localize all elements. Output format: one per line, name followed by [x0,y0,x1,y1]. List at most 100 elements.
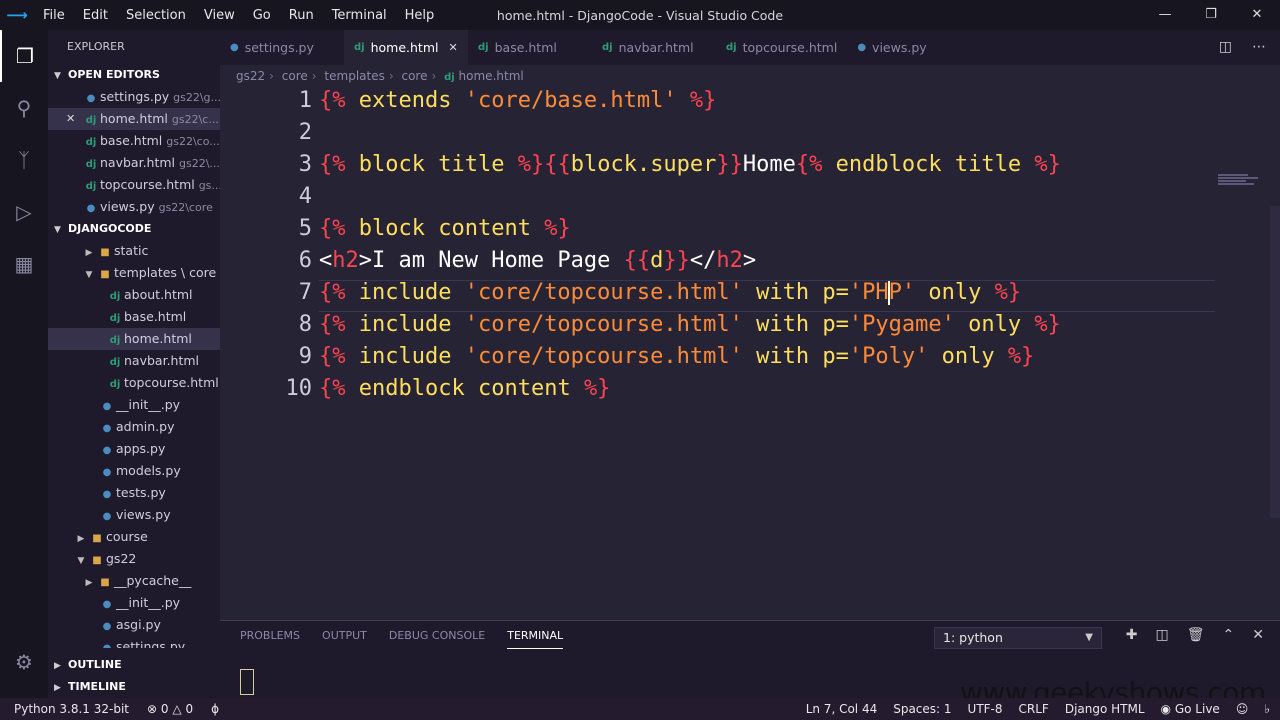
menu-terminal[interactable]: Terminal [323,8,396,23]
open-editor-item[interactable]: dj navbar.html gs22\... [48,152,220,174]
tab-debug-console[interactable]: DEBUG CONSOLE [389,629,485,649]
minimize-icon[interactable]: — [1142,0,1188,30]
tab-problems[interactable]: PROBLEMS [240,629,300,649]
minimap[interactable] [1218,174,1262,188]
gear-icon[interactable]: ⚙ [0,636,48,688]
menu-file[interactable]: File [34,8,74,23]
menu-help[interactable]: Help [396,8,444,23]
tab-navbar-html[interactable]: dj navbar.html [592,30,716,65]
bell-icon[interactable]: ♭ [1264,698,1270,720]
open-editors-section[interactable]: ▼ OPEN EDITORS [48,64,220,86]
language-mode[interactable]: Django HTML [1065,698,1145,720]
trash-icon[interactable]: 🗑 [1187,627,1205,643]
tree-item-file[interactable]: dj about.html [48,284,220,306]
django-file-icon: dj [85,137,97,148]
tab-settings-py[interactable]: ● settings.py [220,30,344,65]
tree-item-file[interactable]: dj home.html [48,328,220,350]
menu-go[interactable]: Go [244,8,280,23]
tree-item-file[interactable]: ● models.py [48,460,220,482]
indentation[interactable]: Spaces: 1 [893,698,951,720]
more-actions-icon[interactable]: ⋯ [1252,30,1266,65]
editor-scrollbar[interactable] [1270,206,1280,518]
tree-item-course[interactable]: ▶ ■ course [48,526,220,548]
extensions-icon[interactable]: ▦ [0,238,48,290]
lightning-icon[interactable]: ϕ [211,698,219,720]
run-debug-icon[interactable]: ▷ [0,186,48,238]
restore-icon[interactable]: ❐ [1188,0,1234,30]
open-editor-item[interactable]: ● settings.py gs22\g... [48,86,220,108]
breadcrumb-item[interactable]: gs22 [236,69,265,83]
folder-icon: ■ [92,533,102,544]
code-editor[interactable]: 1 {% extends 'core/base.html' %} 2 3 {% bloc… [220,86,1280,618]
code-line[interactable]: {% block content %} [319,216,571,241]
split-terminal-icon[interactable]: ◫ [1156,627,1169,643]
menu-run[interactable]: Run [280,8,323,23]
encoding[interactable]: UTF-8 [968,698,1003,720]
terminal-select[interactable]: 1: python ▼ [934,627,1102,649]
open-editor-item[interactable]: ● views.py gs22\core [48,196,220,218]
tree-item-file[interactable]: ● apps.py [48,438,220,460]
tree-item-file[interactable]: dj topcourse.html [48,372,220,394]
tab-base-html[interactable]: dj base.html [468,30,592,65]
go-live-button[interactable]: ◉ Go Live [1161,698,1220,720]
tab-output[interactable]: OUTPUT [322,629,367,649]
tab-home-html[interactable]: dj home.html ✕ [344,30,468,65]
cursor-position[interactable]: Ln 7, Col 44 [806,698,878,720]
code-line[interactable]: {% block title %}{{block.super}}Home{% e… [319,152,1061,177]
chevron-right-icon: ▶ [77,534,85,544]
close-icon[interactable]: ✕ [66,108,75,130]
tree-item-file[interactable]: ● tests.py [48,482,220,504]
maximize-panel-icon[interactable]: ⌃ [1223,627,1235,643]
code-line[interactable]: {% extends 'core/base.html' %} [319,88,716,113]
breadcrumb-item[interactable]: templates [324,69,384,83]
open-editor-item[interactable]: ✕ dj home.html gs22\c... [48,108,220,130]
tree-item-file[interactable]: ● __init__.py [48,592,220,614]
problems-count[interactable]: ⊗ 0 △ 0 [147,698,193,720]
open-editor-item[interactable]: dj base.html gs22\co... [48,130,220,152]
code-token: {% [795,152,836,177]
feedback-icon[interactable]: ☺ [1236,698,1249,720]
search-icon[interactable]: ⚲ [0,82,48,134]
code-line[interactable]: {% include 'core/topcourse.html' with p=… [319,312,1061,337]
outline-section[interactable]: ▶ OUTLINE [48,654,220,676]
close-icon[interactable]: ✕ [1234,0,1280,30]
new-terminal-icon[interactable]: ✚ [1126,627,1138,643]
split-editor-icon[interactable]: ◫ [1219,30,1232,65]
tree-item-file[interactable]: ● views.py [48,504,220,526]
tree-item-file[interactable]: dj navbar.html [48,350,220,372]
terminal-cursor[interactable] [240,669,254,695]
project-section[interactable]: ▼ DJANGOCODE [48,218,220,240]
tab-terminal[interactable]: TERMINAL [507,629,564,649]
tree-item-static[interactable]: ▶ ■ static [48,240,220,262]
explorer-icon[interactable]: ❐ [0,30,48,82]
code-line[interactable]: {% endblock content %} [319,376,610,401]
code-line[interactable]: <h2>I am New Home Page {{d}}</h2> [319,248,756,273]
tree-item-templates[interactable]: ▼ ■ templates \ core [48,262,220,284]
menu-selection[interactable]: Selection [117,8,195,23]
tree-item-file[interactable]: ● admin.py [48,416,220,438]
open-editor-item[interactable]: dj topcourse.html gs... [48,174,220,196]
tab-topcourse-html[interactable]: dj topcourse.html [716,30,847,65]
tree-item-file[interactable]: ●settings.py [48,636,220,648]
line-ending[interactable]: CRLF [1019,698,1049,720]
source-control-icon[interactable]: ᛉ [0,134,48,186]
tab-views-py[interactable]: ● views.py [847,30,971,65]
close-panel-icon[interactable]: ✕ [1252,627,1264,643]
breadcrumb-item[interactable]: core [282,69,308,83]
tree-item-file[interactable]: ● __init__.py [48,394,220,416]
menu-edit[interactable]: Edit [74,8,117,23]
chevron-right-icon: ▶ [54,661,61,671]
tree-item-pycache[interactable]: ▶ ■ __pycache__ [48,570,220,592]
close-icon[interactable]: ✕ [448,30,457,65]
code-line[interactable]: {% include 'core/topcourse.html' with p=… [319,280,1021,305]
breadcrumb-item[interactable]: core [401,69,427,83]
breadcrumb-item[interactable]: home.html [459,69,524,83]
tree-item-file[interactable]: dj base.html [48,306,220,328]
python-interpreter[interactable]: Python 3.8.1 32-bit [14,698,129,720]
tree-item-file[interactable]: ● asgi.py [48,614,220,636]
menu-view[interactable]: View [195,8,244,23]
timeline-section[interactable]: ▶ TIMELINE [48,676,220,698]
warning-icon: △ [172,702,182,716]
code-line[interactable]: {% include 'core/topcourse.html' with p=… [319,344,1034,369]
tree-item-gs22[interactable]: ▼ ■ gs22 [48,548,220,570]
